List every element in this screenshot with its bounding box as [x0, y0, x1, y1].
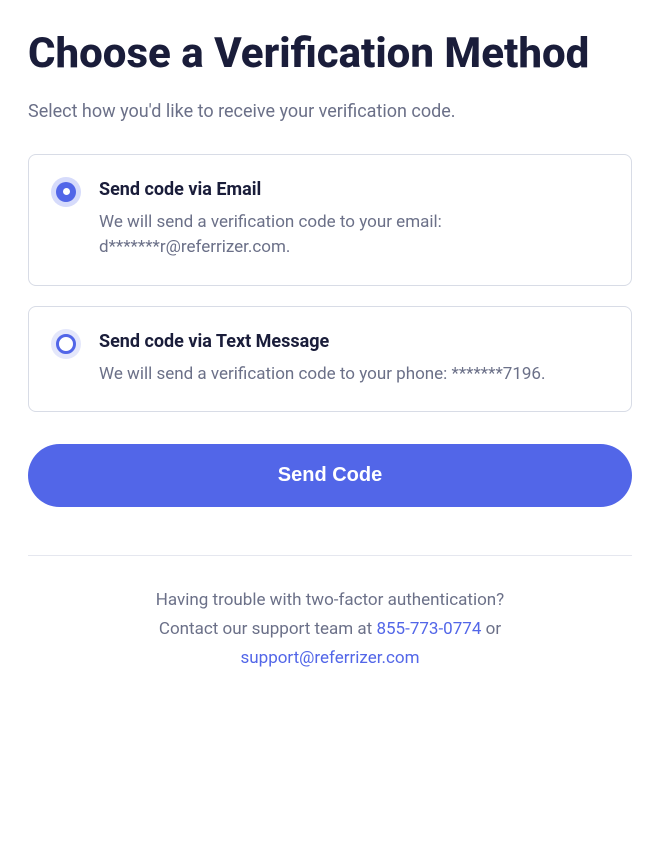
- radio-unselected-icon: [56, 334, 76, 354]
- support-phone-link[interactable]: 855-773-0774: [376, 619, 481, 639]
- support-email-link[interactable]: support@referrizer.com: [241, 648, 420, 668]
- help-line2-prefix: Contact our support team at: [159, 619, 377, 639]
- divider: [28, 555, 632, 556]
- option-sms-content: Send code via Text Message We will send …: [99, 331, 609, 388]
- radio-selected-icon: [56, 182, 76, 202]
- radio-email[interactable]: [51, 177, 81, 207]
- send-code-button[interactable]: Send Code: [28, 444, 632, 507]
- help-line1: Having trouble with two-factor authentic…: [28, 586, 632, 615]
- page-subtitle: Select how you'd like to receive your ve…: [28, 101, 632, 122]
- radio-sms[interactable]: [51, 329, 81, 359]
- option-email-content: Send code via Email We will send a verif…: [99, 179, 609, 261]
- page-title: Choose a Verification Method: [28, 28, 632, 81]
- help-text: Having trouble with two-factor authentic…: [28, 586, 632, 673]
- help-line2: Contact our support team at 855-773-0774…: [28, 615, 632, 644]
- help-line3: support@referrizer.com: [28, 644, 632, 673]
- option-sms-title: Send code via Text Message: [99, 331, 609, 352]
- option-email[interactable]: Send code via Email We will send a verif…: [28, 154, 632, 286]
- option-sms[interactable]: Send code via Text Message We will send …: [28, 306, 632, 413]
- option-email-description: We will send a verification code to your…: [99, 210, 609, 261]
- option-email-title: Send code via Email: [99, 179, 609, 200]
- help-line2-suffix: or: [481, 619, 501, 639]
- option-sms-description: We will send a verification code to your…: [99, 362, 609, 388]
